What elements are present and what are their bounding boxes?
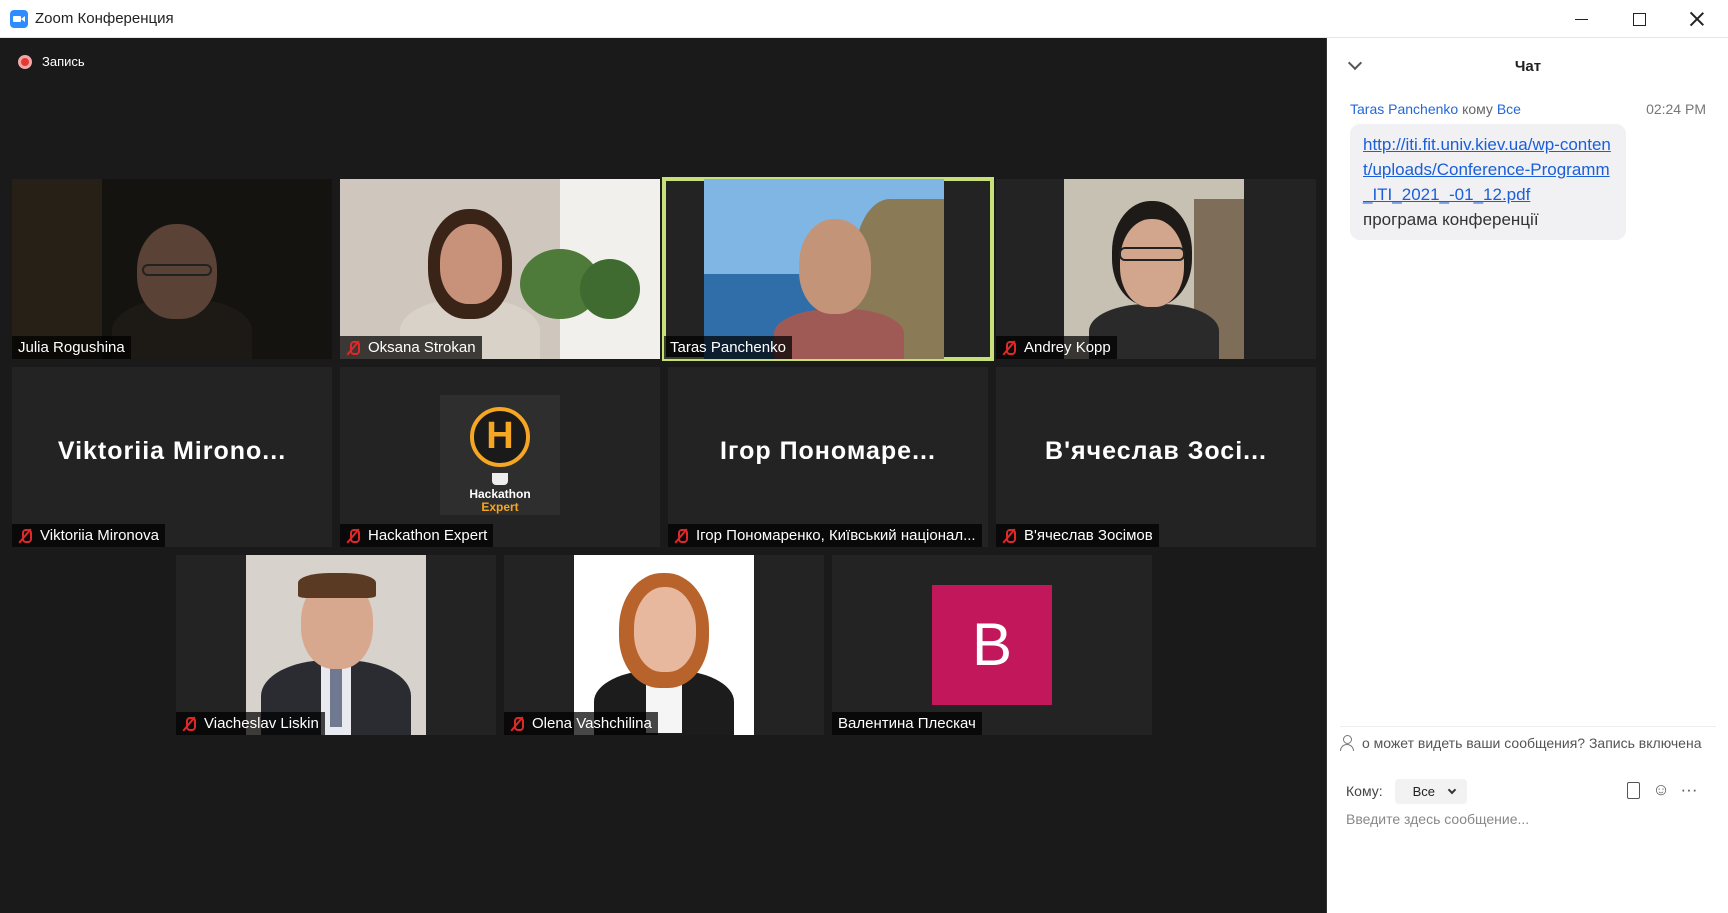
privacy-notice[interactable]: о может видеть ваши сообщения? Запись вк… <box>1340 726 1716 751</box>
video-tile-viacheslav-z[interactable]: В'ячеслав Зосі... В'ячеслав Зосімов <box>996 367 1316 547</box>
message-link[interactable]: http://iti.fit.univ.kiev.ua/wp-content/u… <box>1363 132 1614 207</box>
participant-name: Ігор Пономаренко, Київський націонал... <box>668 524 982 547</box>
people-icon <box>1340 735 1356 751</box>
video-tile-viktoriia[interactable]: Viktoriia Mirono... Viktoriia Mironova <box>12 367 332 547</box>
more-icon[interactable]: ··· <box>1680 781 1698 799</box>
message-to-word: кому <box>1462 101 1493 117</box>
video-tile-viacheslav-l[interactable]: Viacheslav Liskin <box>176 555 496 735</box>
emoji-icon[interactable]: ☺ <box>1652 781 1670 799</box>
video-tile-ihor[interactable]: Ігор Пономаре... Ігор Пономаренко, Київс… <box>668 367 988 547</box>
minimize-button[interactable] <box>1552 0 1610 38</box>
participant-name: В'ячеслав Зосімов <box>996 524 1159 547</box>
participant-name: Viktoriia Mironova <box>12 524 165 547</box>
video-tile-julia[interactable]: Julia Rogushina <box>12 179 332 359</box>
message-text: програма конференції <box>1363 210 1539 229</box>
recipient-select[interactable]: Все <box>1394 778 1468 804</box>
zoom-camera-icon <box>10 10 28 28</box>
video-tile-andrey[interactable]: Andrey Kopp <box>996 179 1316 359</box>
hackathon-logo: H Hackathon Expert <box>440 395 560 515</box>
file-icon[interactable] <box>1624 781 1642 799</box>
video-tile-olena[interactable]: Olena Vashchilina <box>504 555 824 735</box>
chat-panel: Чат Taras Panchenko кому Все 02:24 PM ht… <box>1328 38 1728 913</box>
muted-mic-icon <box>18 528 32 544</box>
message-input[interactable] <box>1346 811 1710 911</box>
video-feed <box>246 555 426 735</box>
video-tile-taras-active-speaker[interactable]: Taras Panchenko <box>662 177 994 361</box>
muted-mic-icon <box>346 340 360 356</box>
video-feed <box>12 179 332 359</box>
video-tile-oksana[interactable]: Oksana Strokan <box>340 179 660 359</box>
avatar: B <box>932 585 1052 705</box>
message-recipient[interactable]: Все <box>1497 101 1521 117</box>
participant-name: Olena Vashchilina <box>504 712 658 735</box>
participant-name: Валентина Плескач <box>832 712 982 735</box>
close-button[interactable] <box>1668 0 1726 38</box>
video-feed <box>704 179 944 359</box>
muted-mic-icon <box>1002 340 1016 356</box>
participant-name: Taras Panchenko <box>664 336 792 359</box>
muted-mic-icon <box>346 528 360 544</box>
participant-name: Oksana Strokan <box>340 336 482 359</box>
muted-mic-icon <box>674 528 688 544</box>
message-sender[interactable]: Taras Panchenko <box>1350 101 1458 117</box>
video-feed <box>1064 179 1244 359</box>
muted-mic-icon <box>1002 528 1016 544</box>
participant-name: Andrey Kopp <box>996 336 1117 359</box>
participant-name: Julia Rogushina <box>12 336 131 359</box>
video-feed <box>340 179 660 359</box>
participant-display-name: Viktoriia Mirono... <box>57 437 287 465</box>
participant-display-name: В'ячеслав Зосі... <box>1045 437 1267 465</box>
meeting-gallery: Запись Julia Rogushina Oksana Strokan Ta… <box>0 38 1327 913</box>
chat-message-bubble: http://iti.fit.univ.kiev.ua/wp-content/u… <box>1350 124 1626 240</box>
muted-mic-icon <box>182 716 196 732</box>
chat-title: Чат <box>1514 58 1542 75</box>
recording-indicator[interactable]: Запись <box>18 54 85 69</box>
participant-name: Hackathon Expert <box>340 524 494 547</box>
video-feed <box>574 555 754 735</box>
chevron-down-icon <box>1447 785 1457 794</box>
record-icon <box>18 54 32 69</box>
chat-message-header: Taras Panchenko кому Все <box>1350 101 1521 117</box>
participant-name: Viacheslav Liskin <box>176 712 325 735</box>
window-title: Zoom Конференция <box>35 10 174 27</box>
title-bar: Zoom Конференция <box>0 0 1728 38</box>
recording-label: Запись <box>42 54 85 69</box>
close-icon <box>1690 12 1704 26</box>
participant-display-name: Ігор Пономаре... <box>720 437 936 465</box>
video-tile-hackathon-expert[interactable]: H Hackathon Expert Hackathon Expert <box>340 367 660 547</box>
video-tile-valentyna[interactable]: B Валентина Плескач <box>832 555 1152 735</box>
maximize-button[interactable] <box>1610 0 1668 38</box>
message-time: 02:24 PM <box>1646 101 1706 117</box>
muted-mic-icon <box>510 716 524 732</box>
to-label: Кому: <box>1346 783 1383 799</box>
